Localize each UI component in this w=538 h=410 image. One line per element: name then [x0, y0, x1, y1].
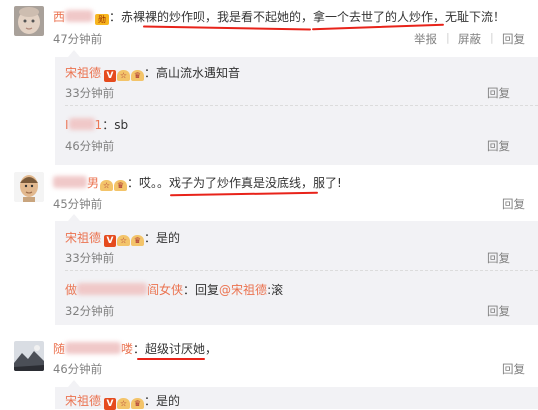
reply-time: 33分钟前	[65, 251, 115, 265]
avatar[interactable]	[14, 341, 44, 371]
reply-time: 46分钟前	[65, 139, 115, 153]
comment-time: 46分钟前	[53, 362, 103, 376]
reply-text: ：是的	[144, 394, 181, 408]
reply-author[interactable]: 宋祖德	[65, 231, 101, 245]
divider: |	[490, 31, 494, 44]
comment-time: 47分钟前	[53, 32, 103, 46]
divider: |	[446, 31, 450, 44]
reply-body: 宋祖德 V ☆ ♛ ：高山流水遇知音	[65, 64, 240, 82]
comment-time: 45分钟前	[53, 197, 103, 211]
comment-body: 随喽：超级讨厌她，	[53, 340, 217, 357]
reply-text-prefix: ：回复	[183, 283, 220, 297]
comment-author[interactable]: 随喽	[53, 342, 133, 356]
divider	[65, 105, 538, 106]
medal-icon: ♛	[131, 70, 145, 81]
comment-text: ：哎。。戏子为了炒作真是没底线，服了!	[127, 176, 342, 190]
medal-icon: ☆	[117, 235, 131, 246]
reply-caret	[68, 380, 80, 387]
reply-text: ：sb	[102, 118, 129, 132]
reply-button[interactable]: 回复	[487, 303, 510, 319]
medal-icon: ♛	[131, 398, 145, 409]
reply-button[interactable]: 回复	[502, 31, 525, 47]
divider	[65, 270, 538, 271]
medal-icon: 勋	[95, 14, 110, 25]
reply-button[interactable]: 回复	[487, 85, 510, 101]
reply-button[interactable]: 回复	[502, 196, 525, 212]
medal-icon: ♛	[131, 235, 145, 246]
landscape-avatar-icon	[14, 341, 44, 371]
bald-man-avatar-icon	[14, 172, 44, 202]
reply-caret	[68, 214, 80, 221]
reply-button[interactable]: 回复	[502, 361, 525, 377]
medal-icon: ☆	[117, 70, 131, 81]
block-button[interactable]: 屏蔽	[458, 31, 481, 47]
medal-icon: ♛	[114, 180, 128, 191]
verified-icon: V	[104, 398, 117, 410]
highlight-underline	[142, 25, 312, 31]
reply-text: ：高山流水遇知音	[144, 66, 241, 80]
reply-button[interactable]: 回复	[487, 250, 510, 266]
avatar[interactable]	[14, 6, 44, 36]
reply-time: 32分钟前	[65, 304, 115, 318]
reply-body: 宋祖德 V ☆ ♛ ：是的	[65, 229, 180, 247]
comment-author[interactable]: 西	[53, 10, 94, 24]
highlight-underline	[137, 358, 205, 360]
comment-text: ：超级讨厌她，	[133, 342, 218, 356]
report-button[interactable]: 举报	[414, 31, 437, 47]
reply-author[interactable]: 宋祖德	[65, 66, 101, 80]
highlight-underline	[169, 191, 319, 197]
comment-body: 西勋：赤裸裸的炒作呗，我是看不起她的，拿一个去世了的人炒作，无耻下流！	[53, 8, 505, 25]
reply-text-suffix: :滚	[267, 283, 284, 297]
comment-text: ：赤裸裸的炒作呗，我是看不起她的，拿一个去世了的人炒作，无耻下流！	[109, 10, 506, 24]
mention-link[interactable]: @宋祖德	[219, 283, 267, 297]
medal-icon: ☆	[100, 180, 114, 191]
reply-author[interactable]: 宋祖德	[65, 394, 101, 408]
reply-body: 做阎女侠：回复@宋祖德:滚	[65, 281, 283, 298]
reply-caret	[68, 50, 80, 57]
comment-author[interactable]: 男	[53, 176, 99, 190]
medal-icon: ☆	[117, 398, 131, 409]
reply-body: 宋祖德 V ☆ ♛ ：是的	[65, 392, 180, 410]
reply-author[interactable]: 做阎女侠	[65, 283, 183, 297]
baby-avatar-icon	[14, 6, 44, 36]
reply-author[interactable]: I1	[65, 118, 102, 132]
avatar[interactable]	[14, 172, 44, 202]
comment-body: 男 ☆ ♛ ：哎。。戏子为了炒作真是没底线，服了!	[53, 174, 342, 191]
verified-icon: V	[104, 70, 117, 82]
verified-icon: V	[104, 235, 117, 247]
reply-time: 33分钟前	[65, 86, 115, 100]
reply-body: I 1：sb	[65, 116, 128, 133]
reply-button[interactable]: 回复	[487, 138, 510, 154]
reply-text: ：是的	[144, 231, 181, 245]
